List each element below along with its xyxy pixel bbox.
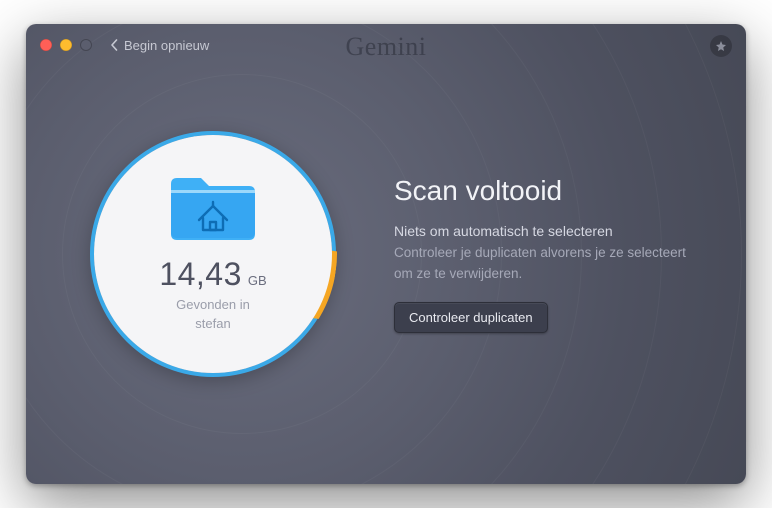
info-description: Controleer je duplicaten alvorens je ze …	[394, 243, 694, 285]
review-duplicates-button[interactable]: Controleer duplicaten	[394, 302, 548, 333]
found-location: stefan	[195, 316, 230, 331]
size-unit: GB	[248, 273, 267, 288]
app-window: Begin opnieuw Gemini	[26, 24, 746, 484]
info-panel: Scan voltooid Niets om automatisch te se…	[394, 175, 694, 334]
found-in-label: Gevonden in	[176, 297, 250, 312]
size-value: 14,43	[159, 256, 242, 293]
scan-circle-body: 14,43 GB Gevonden in stefan	[94, 135, 332, 373]
scan-result-circle: 14,43 GB Gevonden in stefan	[90, 131, 336, 377]
home-folder-icon	[165, 170, 261, 246]
found-size: 14,43 GB	[159, 256, 266, 293]
main-content: 14,43 GB Gevonden in stefan Scan voltooi…	[26, 24, 746, 484]
scan-heading: Scan voltooid	[394, 175, 694, 207]
info-subtitle: Niets om automatisch te selecteren	[394, 223, 694, 239]
